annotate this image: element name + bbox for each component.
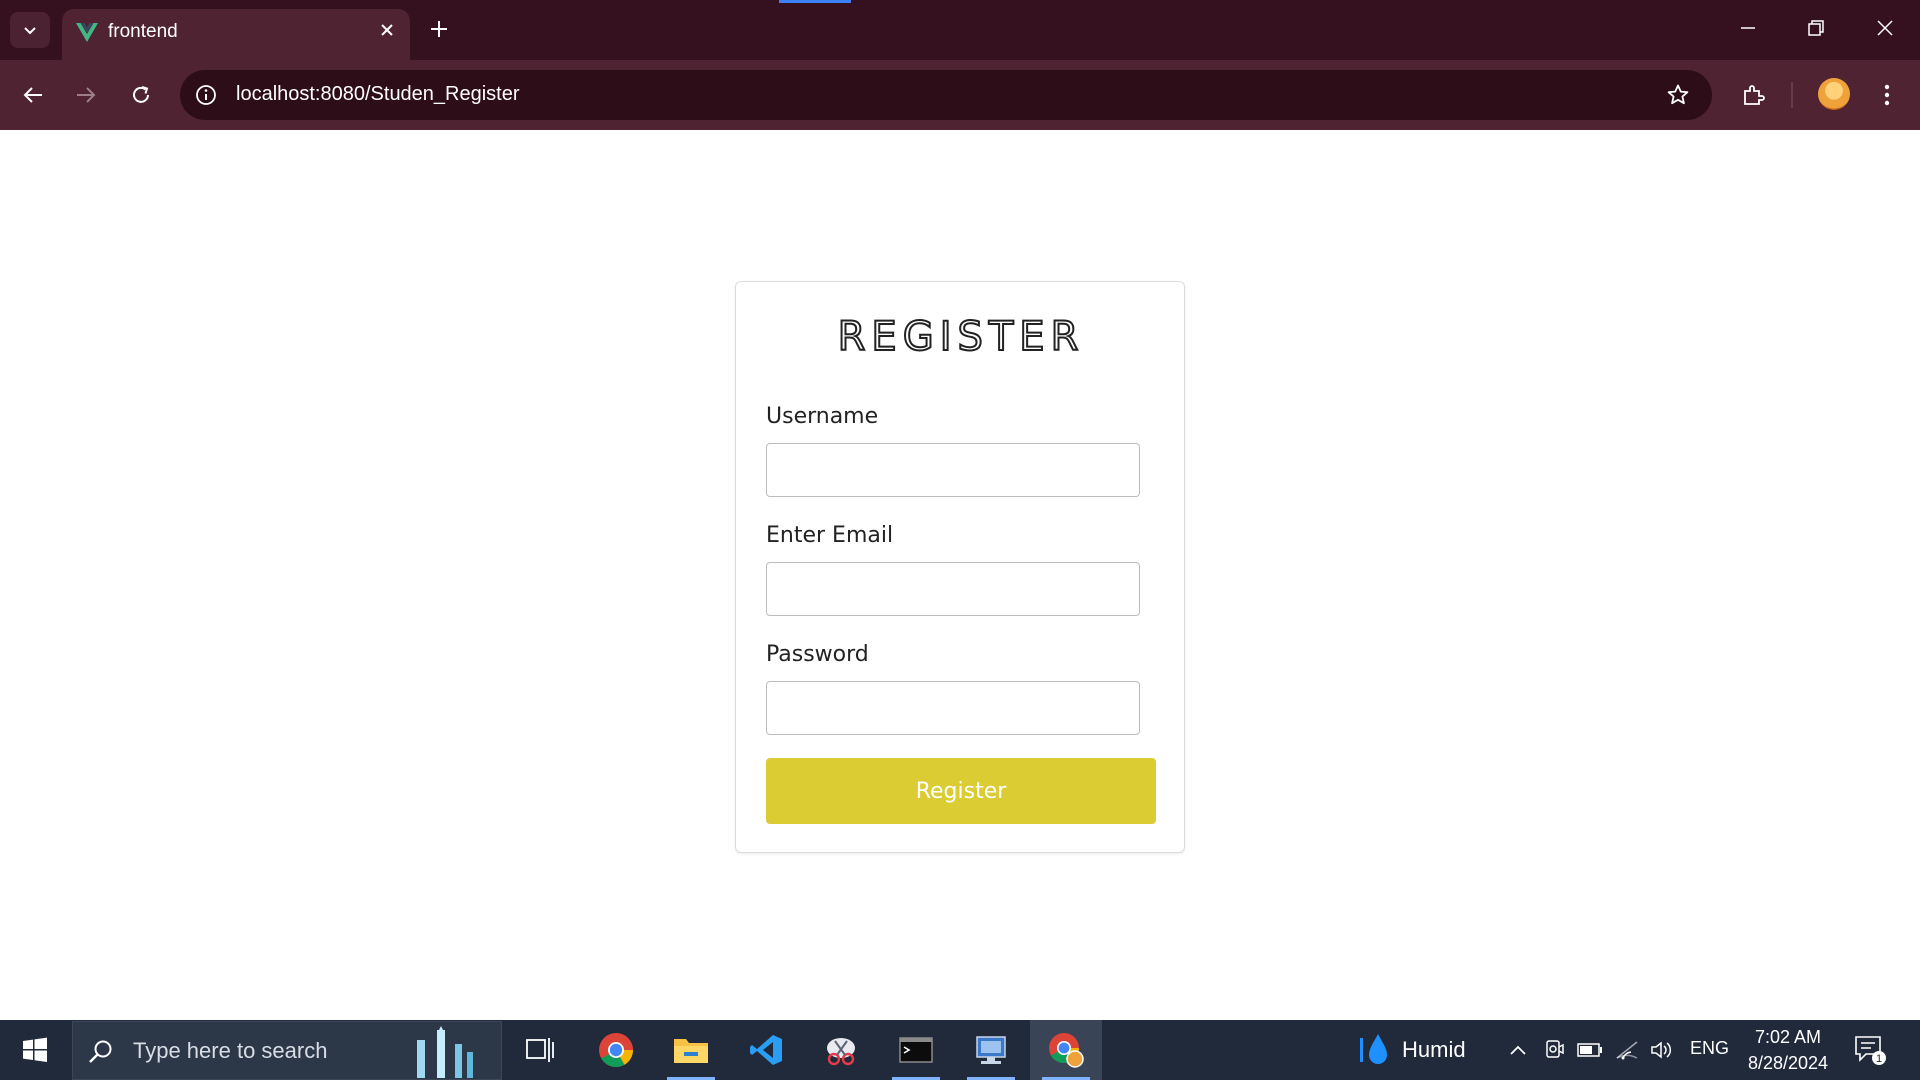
chrome-taskbar-app[interactable] [580, 1020, 652, 1080]
tab-title: frontend [108, 21, 178, 42]
restore-icon [1808, 20, 1824, 36]
chevron-down-icon [24, 27, 36, 35]
minimize-button[interactable] [1723, 8, 1773, 48]
search-icon [89, 1040, 112, 1063]
restore-button[interactable] [1791, 8, 1841, 48]
plus-icon [431, 21, 447, 37]
wifi-icon[interactable] [1613, 1036, 1641, 1064]
browser-tab[interactable]: frontend [62, 9, 410, 60]
windows-taskbar: Type here to search Humid ENG 7:02 AM 8/… [0, 1020, 1920, 1080]
task-view-icon [526, 1038, 554, 1062]
chrome-icon [599, 1033, 633, 1067]
minimize-icon [1741, 27, 1755, 29]
raindrop-icon [1360, 1034, 1387, 1064]
password-input[interactable] [766, 681, 1140, 735]
file-explorer-icon [674, 1039, 708, 1063]
loading-indicator [779, 0, 851, 3]
start-button[interactable] [10, 1030, 60, 1070]
close-icon [1877, 20, 1893, 36]
snipping-tool-icon [827, 1038, 855, 1066]
network-app-taskbar-app[interactable] [955, 1020, 1027, 1080]
close-tab-icon[interactable] [376, 19, 398, 41]
tab-search-button[interactable] [10, 12, 50, 48]
terminal-taskbar-app[interactable] [880, 1020, 952, 1080]
toolbar-divider [1791, 82, 1793, 108]
chrome-profile-icon [1049, 1033, 1084, 1068]
vscode-icon [750, 1035, 782, 1065]
browser-toolbar: localhost:8080/Studen_Register [0, 60, 1920, 130]
url-text[interactable]: localhost:8080/Studen_Register [236, 83, 520, 106]
taskbar-search[interactable]: Type here to search [72, 1021, 502, 1080]
forward-button[interactable] [66, 75, 106, 115]
city-skyline-icon [417, 1026, 473, 1078]
browser-titlebar: frontend [0, 0, 1920, 60]
username-label: Username [766, 404, 879, 429]
page-viewport: REGISTER Username Enter Email Password R… [0, 130, 1920, 1020]
vscode-taskbar-app[interactable] [730, 1020, 802, 1080]
show-hidden-icons-button[interactable] [1504, 1036, 1532, 1064]
system-clock[interactable]: 7:02 AM 8/28/2024 [1740, 1024, 1836, 1076]
bookmark-star-icon[interactable] [1662, 79, 1694, 111]
menu-kebab-icon[interactable] [1867, 75, 1907, 115]
arrow-left-icon [23, 87, 42, 103]
register-title: REGISTER [837, 313, 1085, 361]
arrow-right-icon [77, 87, 96, 103]
email-input[interactable] [766, 562, 1140, 616]
windows-logo-icon [23, 1037, 47, 1062]
close-window-button[interactable] [1860, 8, 1910, 48]
file-explorer-taskbar-app[interactable] [655, 1020, 727, 1080]
snipping-tool-taskbar-app[interactable] [805, 1020, 877, 1080]
clock-date: 8/28/2024 [1747, 1053, 1829, 1073]
address-bar[interactable]: localhost:8080/Studen_Register [180, 70, 1712, 120]
weather-label: Humid [1402, 1037, 1466, 1062]
chevron-up-icon [1510, 1045, 1526, 1055]
new-tab-button[interactable] [424, 14, 454, 44]
clock-time: 7:02 AM [1754, 1027, 1822, 1047]
reload-button[interactable] [121, 75, 161, 115]
reload-icon [133, 86, 149, 103]
search-placeholder: Type here to search [133, 1038, 328, 1063]
notification-center-button[interactable]: 1 [1852, 1034, 1888, 1066]
back-button[interactable] [13, 75, 53, 115]
network-app-icon [976, 1036, 1006, 1064]
task-view-button[interactable] [504, 1020, 576, 1080]
weather-widget[interactable]: Humid [1358, 1030, 1466, 1070]
extensions-icon[interactable] [1733, 75, 1773, 115]
email-label: Enter Email [766, 523, 894, 548]
password-label: Password [766, 642, 869, 667]
site-info-icon[interactable] [192, 81, 220, 109]
meet-now-icon[interactable] [1540, 1036, 1568, 1064]
battery-icon[interactable] [1576, 1036, 1604, 1064]
terminal-icon [899, 1037, 933, 1063]
register-button[interactable]: Register [766, 758, 1156, 824]
register-card: REGISTER Username Enter Email Password R… [735, 281, 1185, 853]
volume-icon[interactable] [1648, 1036, 1676, 1064]
chrome-profile-taskbar-app[interactable] [1030, 1020, 1102, 1080]
vue-logo-icon [76, 23, 98, 42]
notification-icon: 1 [1855, 1036, 1886, 1065]
profile-avatar[interactable] [1818, 78, 1850, 110]
notification-count: 1 [1876, 1053, 1882, 1065]
language-indicator[interactable]: ENG [1690, 1038, 1729, 1059]
username-input[interactable] [766, 443, 1140, 497]
